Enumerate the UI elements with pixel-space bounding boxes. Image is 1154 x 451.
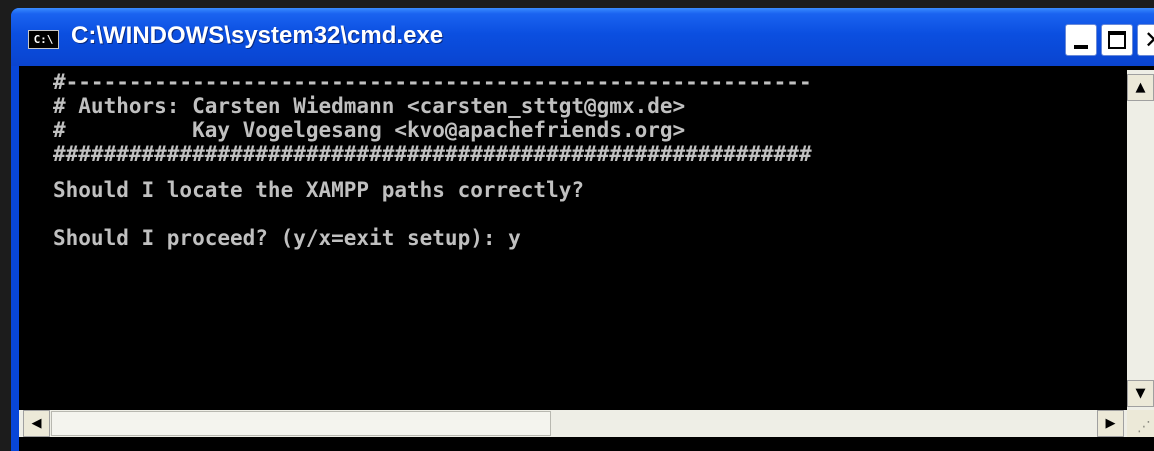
console-line: # Kay Vogelgesang <kvo@apachefriends.org… (53, 118, 686, 142)
console-output[interactable]: #---------------------------------------… (53, 70, 1127, 400)
arrow-right-icon: ▶ (1105, 416, 1116, 431)
scroll-right-button[interactable]: ▶ (1097, 410, 1124, 437)
console-window: C:\ C:\WINDOWS\system32\cmd.exe ✕ #-----… (11, 8, 1154, 451)
resize-grip[interactable]: ⋰ (1127, 410, 1154, 437)
console-line: # Authors: Carsten Wiedmann <carsten_stt… (53, 94, 686, 118)
arrow-down-icon: ▼ (1135, 386, 1146, 401)
scroll-up-button[interactable]: ▲ (1127, 74, 1154, 101)
horizontal-scroll-thumb[interactable] (51, 411, 551, 436)
vertical-scrollbar[interactable]: ▲ ▼ (1127, 70, 1154, 410)
arrow-up-icon: ▲ (1135, 80, 1146, 95)
minimize-icon (1074, 45, 1088, 49)
resize-grip-icon: ⋰ (1137, 419, 1151, 435)
console-line: ########################################… (53, 142, 812, 166)
arrow-left-icon: ◀ (31, 416, 42, 431)
maximize-button[interactable] (1101, 24, 1133, 56)
minimize-button[interactable] (1065, 24, 1097, 56)
console-line: #---------------------------------------… (53, 70, 812, 94)
console-line: Should I locate the XAMPP paths correctl… (53, 178, 585, 202)
horizontal-scrollbar[interactable]: ◀ ▶ (19, 410, 1127, 437)
console-area[interactable]: #---------------------------------------… (19, 66, 1154, 451)
window-title: C:\WINDOWS\system32\cmd.exe (71, 22, 444, 49)
scroll-down-button[interactable]: ▼ (1127, 380, 1154, 407)
cmd-icon[interactable]: C:\ (28, 30, 59, 49)
title-bar[interactable]: C:\ C:\WINDOWS\system32\cmd.exe ✕ (11, 8, 1154, 66)
close-icon: ✕ (1143, 26, 1154, 54)
scroll-left-button[interactable]: ◀ (23, 410, 50, 437)
maximize-icon (1108, 31, 1126, 49)
close-button[interactable]: ✕ (1137, 24, 1154, 56)
console-line: Should I proceed? (y/x=exit setup): y (53, 226, 521, 250)
